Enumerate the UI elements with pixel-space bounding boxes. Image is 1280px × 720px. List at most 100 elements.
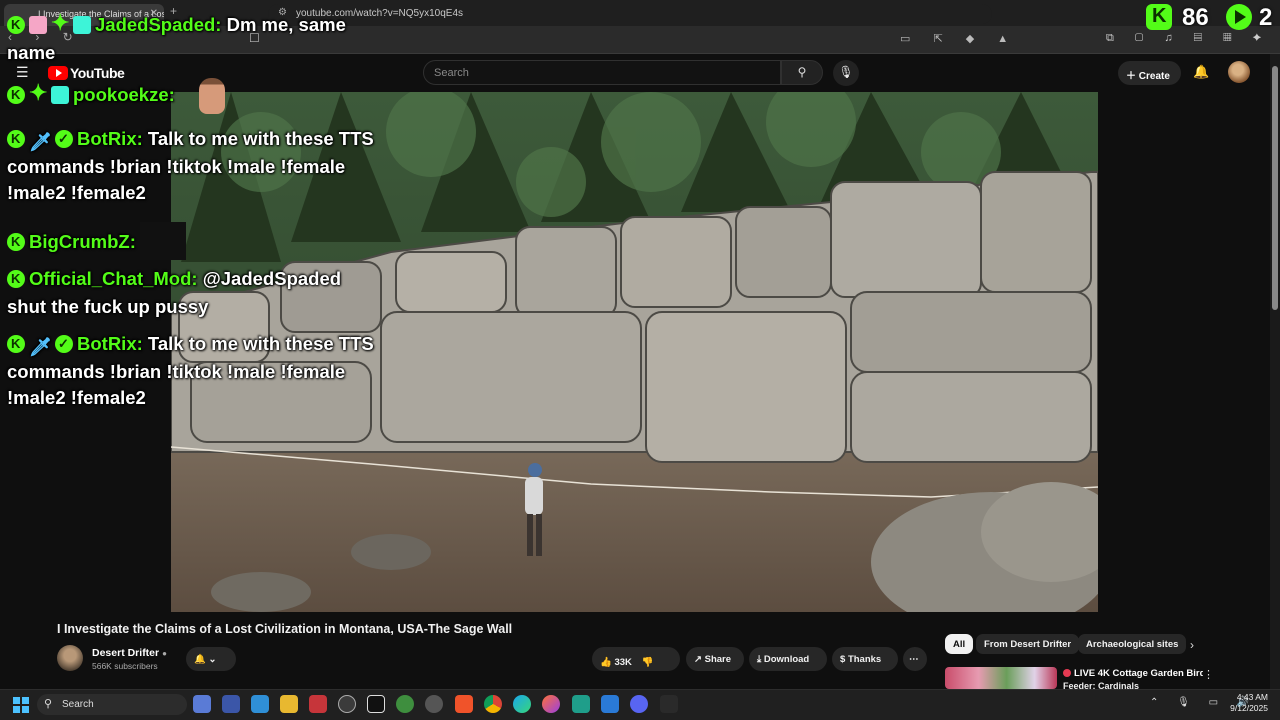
- vscode-icon[interactable]: [601, 695, 619, 713]
- windows-start-icon[interactable]: [13, 697, 29, 713]
- share-icon: ↗: [694, 654, 702, 665]
- thumbs-down-icon[interactable]: 👎: [641, 657, 653, 668]
- taskbar-app-icon[interactable]: [222, 695, 240, 713]
- taskbar-app-icon[interactable]: [396, 695, 414, 713]
- recommended-title[interactable]: LIVE 4K Cottage Garden Bird: [1063, 668, 1203, 679]
- taskbar-app-icon[interactable]: [193, 695, 211, 713]
- download-label: Download: [763, 654, 810, 665]
- chat-message: 🗡 BotRix: Talk to me with these TTS: [7, 331, 374, 357]
- taskbar-app-icon[interactable]: [367, 695, 385, 713]
- obs-icon[interactable]: [425, 695, 443, 713]
- viewer-count-secondary: 2: [1259, 4, 1273, 31]
- chat-username: pookoekze:: [73, 84, 175, 105]
- clock-time: 4:43 AM: [1236, 692, 1268, 702]
- create-label: Create: [1138, 71, 1170, 82]
- firefox-icon[interactable]: [542, 695, 560, 713]
- chat-username: JadedSpaded:: [95, 14, 222, 35]
- address-bar-icons[interactable]: ▭ ⇱ ◆ ▲: [900, 32, 1018, 45]
- chat-message-continued: !male2 !female2: [7, 387, 146, 408]
- kick-badge-icon: [7, 12, 25, 38]
- chat-username: BigCrumbZ:: [29, 231, 136, 252]
- kick-badge-icon: [7, 229, 25, 255]
- chevron-right-icon[interactable]: ›: [1190, 638, 1194, 652]
- account-avatar[interactable]: [1228, 61, 1250, 83]
- sparkle-badge-icon: [51, 10, 69, 36]
- screen: I Investigate the Claims of a Lost ✕ + ‹…: [0, 0, 1280, 720]
- recommended-menu-icon[interactable]: ⋮: [1203, 668, 1214, 681]
- live-icon: [1063, 669, 1071, 677]
- share-label: Share: [704, 654, 732, 665]
- chrome-icon[interactable]: [484, 695, 502, 713]
- page-scrollbar[interactable]: [1270, 54, 1280, 690]
- taskbar-search[interactable]: ⚲ Search: [37, 694, 187, 715]
- chip-all[interactable]: All: [945, 634, 974, 654]
- search-icon: ⚲: [44, 698, 53, 710]
- video-title: I Investigate the Claims of a Lost Civil…: [57, 622, 513, 636]
- chat-message-continued: !male2 !female2: [7, 182, 146, 203]
- file-explorer-icon[interactable]: [280, 695, 298, 713]
- chat-text: Talk to me with these TTS: [147, 128, 374, 149]
- taskbar-app-icon[interactable]: [572, 695, 590, 713]
- og-badge-icon: [51, 86, 69, 104]
- kick-badge-icon: [7, 331, 25, 357]
- chat-message: pookoekze:: [7, 80, 175, 108]
- chat-username: BotRix:: [77, 128, 143, 149]
- chip-archaeological-sites[interactable]: Archaeological sites: [1078, 634, 1187, 654]
- viewer-count: 86: [1182, 4, 1209, 31]
- sparkle-badge-icon: [29, 80, 47, 106]
- subscribe-bell-button[interactable]: 🔔 ⌄: [186, 647, 236, 671]
- chip-from-channel[interactable]: From Desert Drifter: [976, 634, 1080, 654]
- kick-badge-icon: [7, 126, 25, 152]
- download-button[interactable]: ⤓ Download: [749, 647, 827, 671]
- chat-message-continued: name: [7, 42, 56, 63]
- search-placeholder: Search: [434, 67, 469, 79]
- more-actions-icon[interactable]: ⋯: [903, 647, 927, 671]
- chat-message-continued: shut the fuck up pussy: [7, 296, 209, 317]
- thanks-button[interactable]: $ Thanks: [832, 647, 898, 671]
- taskbar-app-icon[interactable]: [660, 695, 678, 713]
- search-button[interactable]: ⚲: [781, 60, 823, 85]
- chat-message-continued: commands !brian !tiktok !male !female: [7, 361, 346, 382]
- chat-text: Dm me, same: [226, 14, 346, 35]
- redacted-block: [139, 222, 186, 260]
- youtube-logo-icon[interactable]: [48, 66, 68, 80]
- play-icon: [1226, 4, 1252, 30]
- kick-logo-icon: [1146, 4, 1172, 30]
- like-button[interactable]: 👍 33K 👎: [592, 647, 680, 671]
- youtube-logo-text[interactable]: YouTube: [70, 65, 125, 81]
- discord-icon[interactable]: [630, 695, 648, 713]
- taskbar-clock[interactable]: 4:43 AM 9/12/2025: [1226, 692, 1268, 714]
- chat-message: Official_Chat_Mod: @JadedSpaded: [7, 266, 341, 292]
- share-button[interactable]: ↗ Share: [686, 647, 744, 671]
- chat-text: Talk to me with these TTS: [147, 333, 374, 354]
- verified-badge-icon: [55, 126, 73, 152]
- like-count: 33K: [614, 657, 632, 668]
- search-icon: ⚲: [797, 65, 807, 79]
- verified-badge-icon: [55, 331, 73, 357]
- bell-icon: 🔔: [194, 654, 206, 665]
- channel-avatar[interactable]: [57, 645, 83, 671]
- create-button[interactable]: ＋ Create: [1118, 61, 1181, 85]
- taskbar-search-label: Search: [62, 699, 94, 710]
- chat-message: 🗡 BotRix: Talk to me with these TTS: [7, 126, 374, 152]
- taskbar-app-icon[interactable]: [309, 695, 327, 713]
- taskbar-app-icon[interactable]: [338, 695, 356, 713]
- taskbar-app-icon[interactable]: [251, 695, 269, 713]
- edge-icon[interactable]: [513, 695, 531, 713]
- chat-message: BigCrumbZ:: [7, 222, 186, 260]
- scrollbar-thumb[interactable]: [1272, 66, 1278, 310]
- menu-icon[interactable]: ☰: [16, 64, 29, 81]
- brave-icon[interactable]: [455, 695, 473, 713]
- notifications-icon[interactable]: 🔔: [1193, 64, 1209, 80]
- emote-image: [199, 78, 225, 114]
- recommended-thumbnail[interactable]: [945, 667, 1057, 689]
- url-field[interactable]: ⚙ youtube.com/watch?v=NQ5yx10qE4s: [268, 4, 992, 24]
- channel-name[interactable]: Desert Drifter ●: [92, 647, 167, 659]
- extension-icons[interactable]: ⧉ ▢ ♫ ▤ ▦ ✦ ◈ ⋮: [1106, 32, 1280, 45]
- voice-search-icon[interactable]: 🎙: [833, 60, 859, 86]
- kick-badge-icon: [7, 82, 25, 108]
- og-badge-icon: [73, 16, 91, 34]
- sword-badge-icon: 🗡: [29, 337, 52, 357]
- chat-username: Official_Chat_Mod:: [29, 268, 198, 289]
- search-input[interactable]: Search: [423, 60, 781, 85]
